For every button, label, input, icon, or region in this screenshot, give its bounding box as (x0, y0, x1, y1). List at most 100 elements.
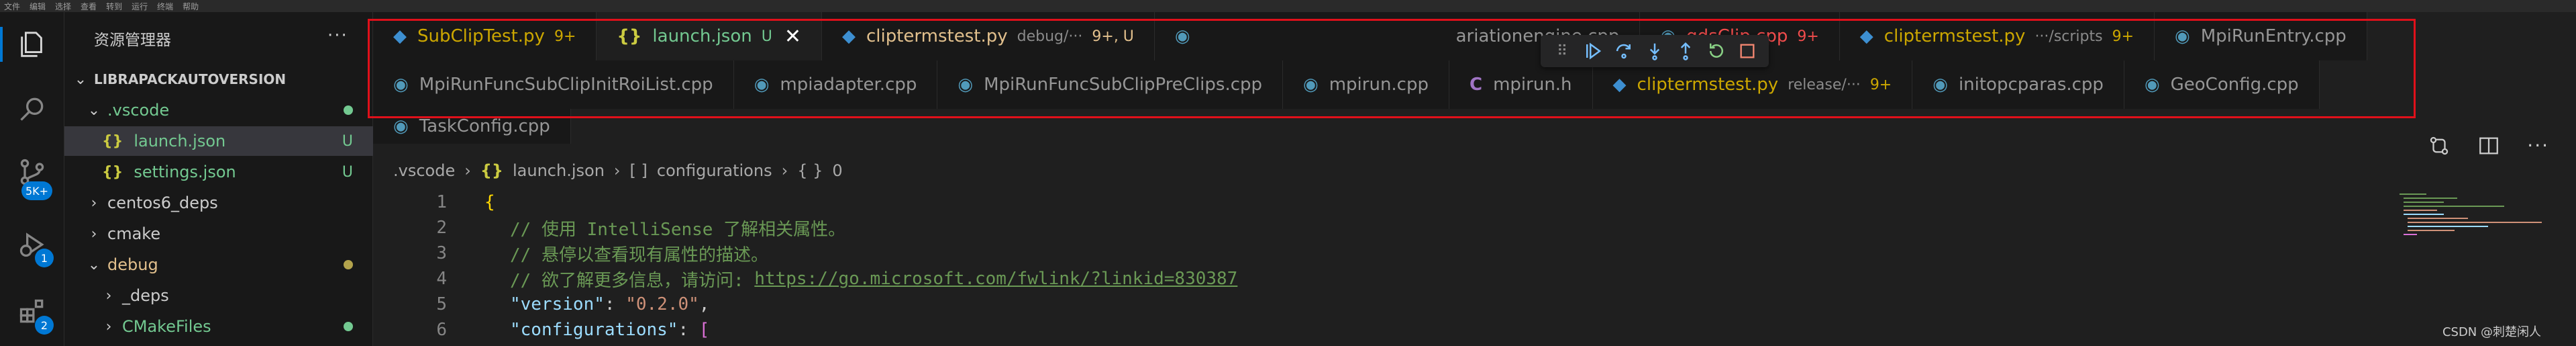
line-number: 4 (436, 269, 447, 289)
tree-item-settings-json[interactable]: {} settings.json U (64, 157, 373, 187)
tree-item-label: settings.json (134, 163, 236, 181)
continue-icon[interactable] (1580, 36, 1606, 66)
cpp-file-icon: ◉ (393, 75, 409, 95)
menu-file[interactable]: 文件 (4, 1, 20, 12)
menu-run[interactable]: 运行 (132, 1, 148, 12)
more-actions-icon[interactable]: ··· (327, 26, 348, 46)
tree-item-label: cmake (107, 224, 161, 243)
stop-icon[interactable] (1734, 36, 1761, 66)
tab-description: ···/scripts (2034, 28, 2103, 45)
tab-mpirunfuncsubclipinitroilist[interactable]: ◉ MpiRunFuncSubClipInitRoiList.cpp (373, 60, 734, 109)
breadcrumb-folder[interactable]: .vscode (393, 161, 455, 180)
code-line: 5 "version" : "0.2.0" , (373, 292, 709, 317)
tab-cliptermstest-debug[interactable]: ◆ cliptermstest.py debug/··· 9+, U (821, 12, 1155, 60)
tab-label: SubClipTest.py (417, 26, 545, 46)
tree-item-label: centos6_deps (107, 193, 218, 212)
menu-edit[interactable]: 编辑 (30, 1, 46, 12)
code-text: { (484, 192, 495, 212)
explorer-icon[interactable] (15, 27, 50, 62)
tree-item-deps[interactable]: › _deps (64, 281, 373, 310)
json-key: "configurations" (510, 320, 678, 340)
tab-subcliptest-py[interactable]: ◆ SubClipTest.py 9+ (373, 12, 597, 60)
search-icon[interactable] (15, 91, 50, 126)
tab-label: MpiRunFuncSubClipPreClips.cpp (984, 75, 1263, 95)
tab-label: initopcparas.cpp (1958, 75, 2104, 95)
chevron-right-icon: › (91, 225, 97, 243)
tree-item-launch-json[interactable]: {} launch.json U (64, 126, 373, 156)
tab-geoconfig-cpp[interactable]: ◉ GeoConfig.cpp (2124, 60, 2320, 109)
code-comment: // 悬停以查看现有属性的描述。 (510, 245, 768, 265)
tab-label: mpirun.h (1493, 75, 1572, 95)
cpp-file-icon: ◉ (393, 116, 409, 136)
breadcrumb-node-configurations[interactable]: configurations (657, 161, 772, 180)
more-editor-actions-icon[interactable]: ··· (2527, 134, 2549, 160)
step-over-icon[interactable] (1610, 36, 1637, 66)
tab-status: U (761, 28, 772, 45)
cpp-file-icon: ◉ (1933, 75, 1948, 95)
tab-status: 9+ (1797, 28, 1819, 45)
tree-item-vscode[interactable]: ⌄ .vscode (64, 95, 373, 125)
git-status-letter: U (342, 163, 353, 181)
menu-help[interactable]: 帮助 (183, 1, 199, 12)
breadcrumb-node-index[interactable]: 0 (832, 161, 842, 180)
tree-item-centos6-deps[interactable]: › centos6_deps (64, 188, 373, 218)
cpp-file-icon: ◉ (2175, 26, 2190, 46)
cpp-file-icon: ◉ (754, 75, 770, 95)
tree-item-label: _deps (122, 286, 169, 305)
line-number: 6 (436, 320, 447, 340)
object-icon: { } (797, 161, 823, 180)
menu-terminal[interactable]: 终端 (157, 1, 173, 12)
tree-item-cmake[interactable]: › cmake (64, 219, 373, 249)
breadcrumb: .vscode › {} launch.json › [ ] configura… (393, 161, 843, 180)
chevron-right-icon: › (105, 287, 112, 304)
tab-mpiadapter-cpp[interactable]: ◉ mpiadapter.cpp (733, 60, 938, 109)
menu-view[interactable]: 查看 (81, 1, 97, 12)
watermark: CSDN @刺楚闲人 (2442, 325, 2541, 339)
breadcrumb-file[interactable]: launch.json (513, 161, 605, 180)
git-status-dot (344, 105, 353, 115)
menu-selection[interactable]: 选择 (55, 1, 71, 12)
menu-go[interactable]: 转到 (106, 1, 122, 12)
menubar: 文件 编辑 选择 查看 转到 运行 终端 帮助 (0, 0, 2576, 12)
tree-item-debug[interactable]: ⌄ debug (64, 250, 373, 279)
comment-link[interactable]: https://go.microsoft.com/fwlink/?linkid=… (754, 269, 1237, 289)
code-comment: // 欲了解更多信息，请访问: (510, 270, 755, 291)
restart-icon[interactable] (1703, 36, 1730, 66)
tree-item-label: .vscode (107, 101, 170, 120)
tab-mpirun-cpp[interactable]: ◉ mpirun.cpp (1283, 60, 1449, 109)
tab-mpirunentry-cpp[interactable]: ◉ MpiRunEntry.cpp (2155, 12, 2367, 60)
tree-item-label: launch.json (134, 132, 226, 150)
git-status-dot (344, 322, 353, 331)
chevron-down-icon: ⌄ (74, 71, 87, 88)
tab-row-1: ◆ SubClipTest.py 9+ {} launch.json U ✕ ◆… (373, 12, 2367, 60)
tab-mpirunfuncsubclipproclips[interactable]: ◉ MpiRunFuncSubClipPreClips.cpp (937, 60, 1284, 109)
tab-initopcparas-cpp[interactable]: ◉ initopcparas.cpp (1912, 60, 2124, 109)
tab-cliptermstest-release[interactable]: ◆ cliptermstest.py release/··· 9+ (1592, 60, 1913, 109)
tab-label: cliptermstest.py (1884, 26, 2026, 46)
tab-row-2: ◉ MpiRunFuncSubClipInitRoiList.cpp ◉ mpi… (373, 60, 2320, 109)
minimap[interactable] (2400, 193, 2576, 247)
chevron-right-icon: › (781, 161, 788, 180)
editor-actions: ··· (2428, 134, 2549, 160)
debug-badge: 1 (35, 249, 54, 267)
compare-changes-icon[interactable] (2428, 134, 2451, 160)
tab-mpirun-h[interactable]: C mpirun.h (1449, 60, 1593, 109)
code-line: 4 // 欲了解更多信息，请访问: https://go.microsoft.c… (373, 266, 1237, 292)
tab-launch-json[interactable]: {} launch.json U ✕ (597, 12, 822, 60)
tree-item-cmakefiles[interactable]: › CMakeFiles (64, 312, 373, 341)
git-status-dot (344, 260, 353, 269)
code-line: 1 { (373, 189, 495, 215)
tab-status: 9+, U (1092, 28, 1134, 45)
step-into-icon[interactable] (1641, 36, 1668, 66)
drag-handle-icon[interactable]: ⠿ (1549, 36, 1576, 66)
tab-description: release/··· (1788, 76, 1861, 93)
workspace-root[interactable]: ⌄ LIBRAPACKAUTOVERSION (64, 64, 373, 94)
close-icon[interactable]: ✕ (784, 25, 801, 48)
git-status-letter: U (342, 132, 353, 150)
tab-status: 9+ (1869, 76, 1892, 93)
step-out-icon[interactable] (1672, 36, 1699, 66)
split-editor-icon[interactable] (2477, 134, 2500, 160)
extensions-badge: 2 (35, 316, 54, 335)
tab-taskconfig-cpp[interactable]: ◉ TaskConfig.cpp (373, 109, 571, 144)
tab-cliptermstest-scripts[interactable]: ◆ cliptermstest.py ···/scripts 9+ (1839, 12, 2155, 60)
